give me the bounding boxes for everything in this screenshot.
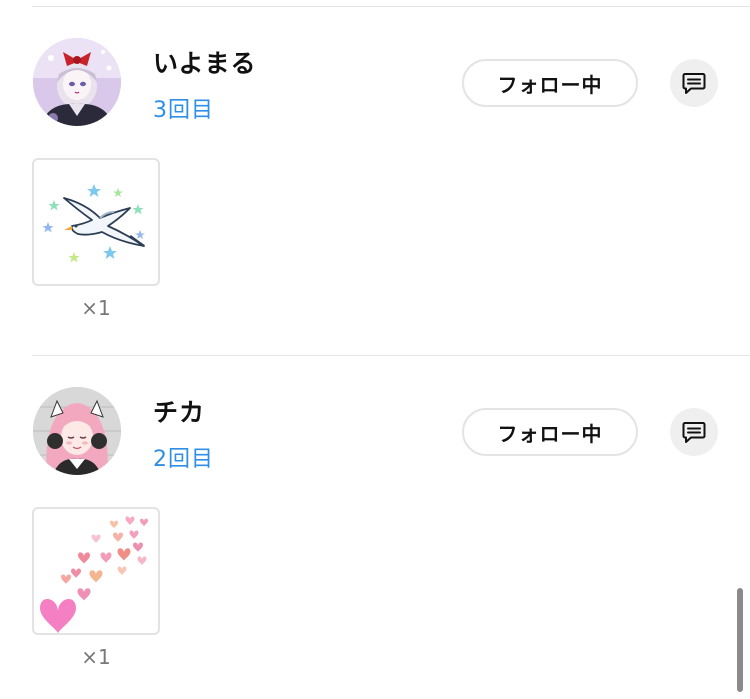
gift-item[interactable] [32, 507, 160, 635]
gift-history-list: いよまる 3回目 フォロー中 ×1 チカ 2回目 フォロー中 ×1 [0, 0, 750, 699]
hearts-gift-icon [40, 516, 148, 633]
scrollbar[interactable] [737, 588, 743, 692]
visit-count: 2回目 [153, 447, 214, 472]
visit-count: 3回目 [153, 98, 214, 123]
message-button[interactable] [670, 59, 718, 107]
message-icon [682, 73, 706, 94]
user-name[interactable]: いよまる [153, 44, 257, 80]
seagull-gift-icon [42, 184, 145, 263]
gift-item[interactable] [32, 158, 160, 286]
user-avatar[interactable] [33, 387, 121, 475]
list-item: いよまる 3回目 フォロー中 ×1 [0, 0, 750, 340]
user-avatar[interactable] [33, 38, 121, 126]
message-button[interactable] [670, 408, 718, 456]
list-item: チカ 2回目 フォロー中 ×1 [0, 349, 750, 689]
message-icon [682, 422, 706, 443]
gift-quantity: ×1 [81, 296, 111, 320]
follow-button[interactable]: フォロー中 [462, 408, 638, 456]
gift-quantity: ×1 [81, 645, 111, 669]
follow-button[interactable]: フォロー中 [462, 59, 638, 107]
user-name[interactable]: チカ [153, 393, 205, 429]
